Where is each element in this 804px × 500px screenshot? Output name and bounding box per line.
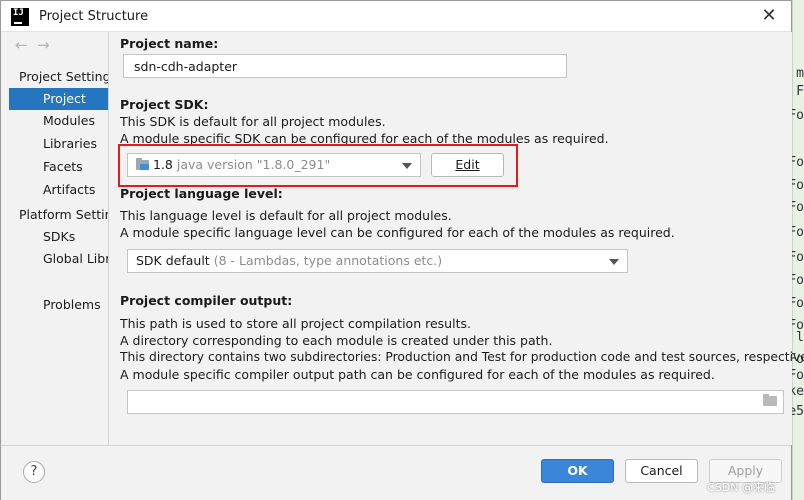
window-title: Project Structure: [39, 9, 149, 24]
project-structure-dialog: IJ Project Structure ✕ ← → Project Settin…: [0, 0, 804, 500]
settings-sidebar: ← → Project Settings Project Modules Libr…: [1, 32, 109, 445]
sidebar-item-modules[interactable]: Modules: [9, 110, 108, 132]
watermark: CSDN @来临: [707, 481, 775, 494]
intellij-app-icon: IJ: [11, 8, 29, 26]
forward-arrow-icon[interactable]: →: [37, 36, 59, 54]
nav-arrows: ← →: [15, 36, 59, 54]
back-arrow-icon[interactable]: ←: [15, 36, 37, 54]
compiler-output-description: A directory corresponding to each module…: [120, 333, 553, 348]
sidebar-item-artifacts[interactable]: Artifacts: [9, 179, 108, 201]
sidebar-item-project[interactable]: Project: [9, 88, 108, 110]
sidebar-item-global-libraries[interactable]: Global Libraries: [9, 248, 108, 270]
project-sdk-description: This SDK is default for all project modu…: [120, 114, 386, 129]
compiler-output-description: This directory contains two subdirectori…: [120, 350, 804, 364]
language-level-label: Project language level:: [120, 186, 283, 201]
title-bar: IJ Project Structure ✕: [1, 1, 791, 32]
project-name-label: Project name:: [120, 36, 219, 51]
background-text: l: [796, 330, 804, 345]
project-settings-header: Project Settings: [19, 69, 109, 84]
sidebar-item-libraries[interactable]: Libraries: [9, 133, 108, 155]
background-text: m: [796, 66, 804, 81]
project-sdk-label: Project SDK:: [120, 97, 209, 112]
background-window-strip: m F Fo Fo Fo Fo Fo Fo Fo Fo Fo l Fo Fo k…: [788, 0, 804, 500]
platform-settings-header: Platform Settings: [19, 207, 108, 222]
project-settings-panel: Project name: Project SDK: This SDK is d…: [110, 32, 804, 445]
compiler-output-description: This path is used to store all project c…: [120, 316, 471, 331]
language-level-detail: (8 - Lambdas, type annotations etc.): [213, 253, 443, 268]
help-button[interactable]: ?: [23, 461, 45, 483]
language-level-select[interactable]: SDK default (8 - Lambdas, type annotatio…: [127, 249, 628, 273]
chevron-down-icon: [609, 259, 619, 265]
language-level-value: SDK default: [136, 253, 210, 268]
compiler-output-path-input[interactable]: [127, 390, 784, 414]
red-highlight-annotation: [118, 144, 518, 187]
language-level-description: This language level is default for all p…: [120, 208, 452, 223]
browse-folder-icon[interactable]: [763, 394, 777, 406]
dialog-footer: ? OK Cancel Apply CSDN @来临: [1, 445, 791, 500]
project-name-input[interactable]: [123, 54, 567, 78]
ok-button[interactable]: OK: [541, 459, 614, 483]
compiler-output-label: Project compiler output:: [120, 293, 293, 308]
sidebar-item-facets[interactable]: Facets: [9, 156, 108, 178]
language-level-description: A module specific language level can be …: [120, 225, 675, 240]
sidebar-item-sdks[interactable]: SDKs: [9, 226, 108, 248]
sidebar-item-problems[interactable]: Problems: [9, 294, 108, 316]
close-icon[interactable]: ✕: [759, 6, 779, 26]
cancel-button[interactable]: Cancel: [625, 459, 698, 483]
background-text: F: [796, 84, 804, 99]
compiler-output-description: A module specific compiler output path c…: [120, 367, 715, 382]
